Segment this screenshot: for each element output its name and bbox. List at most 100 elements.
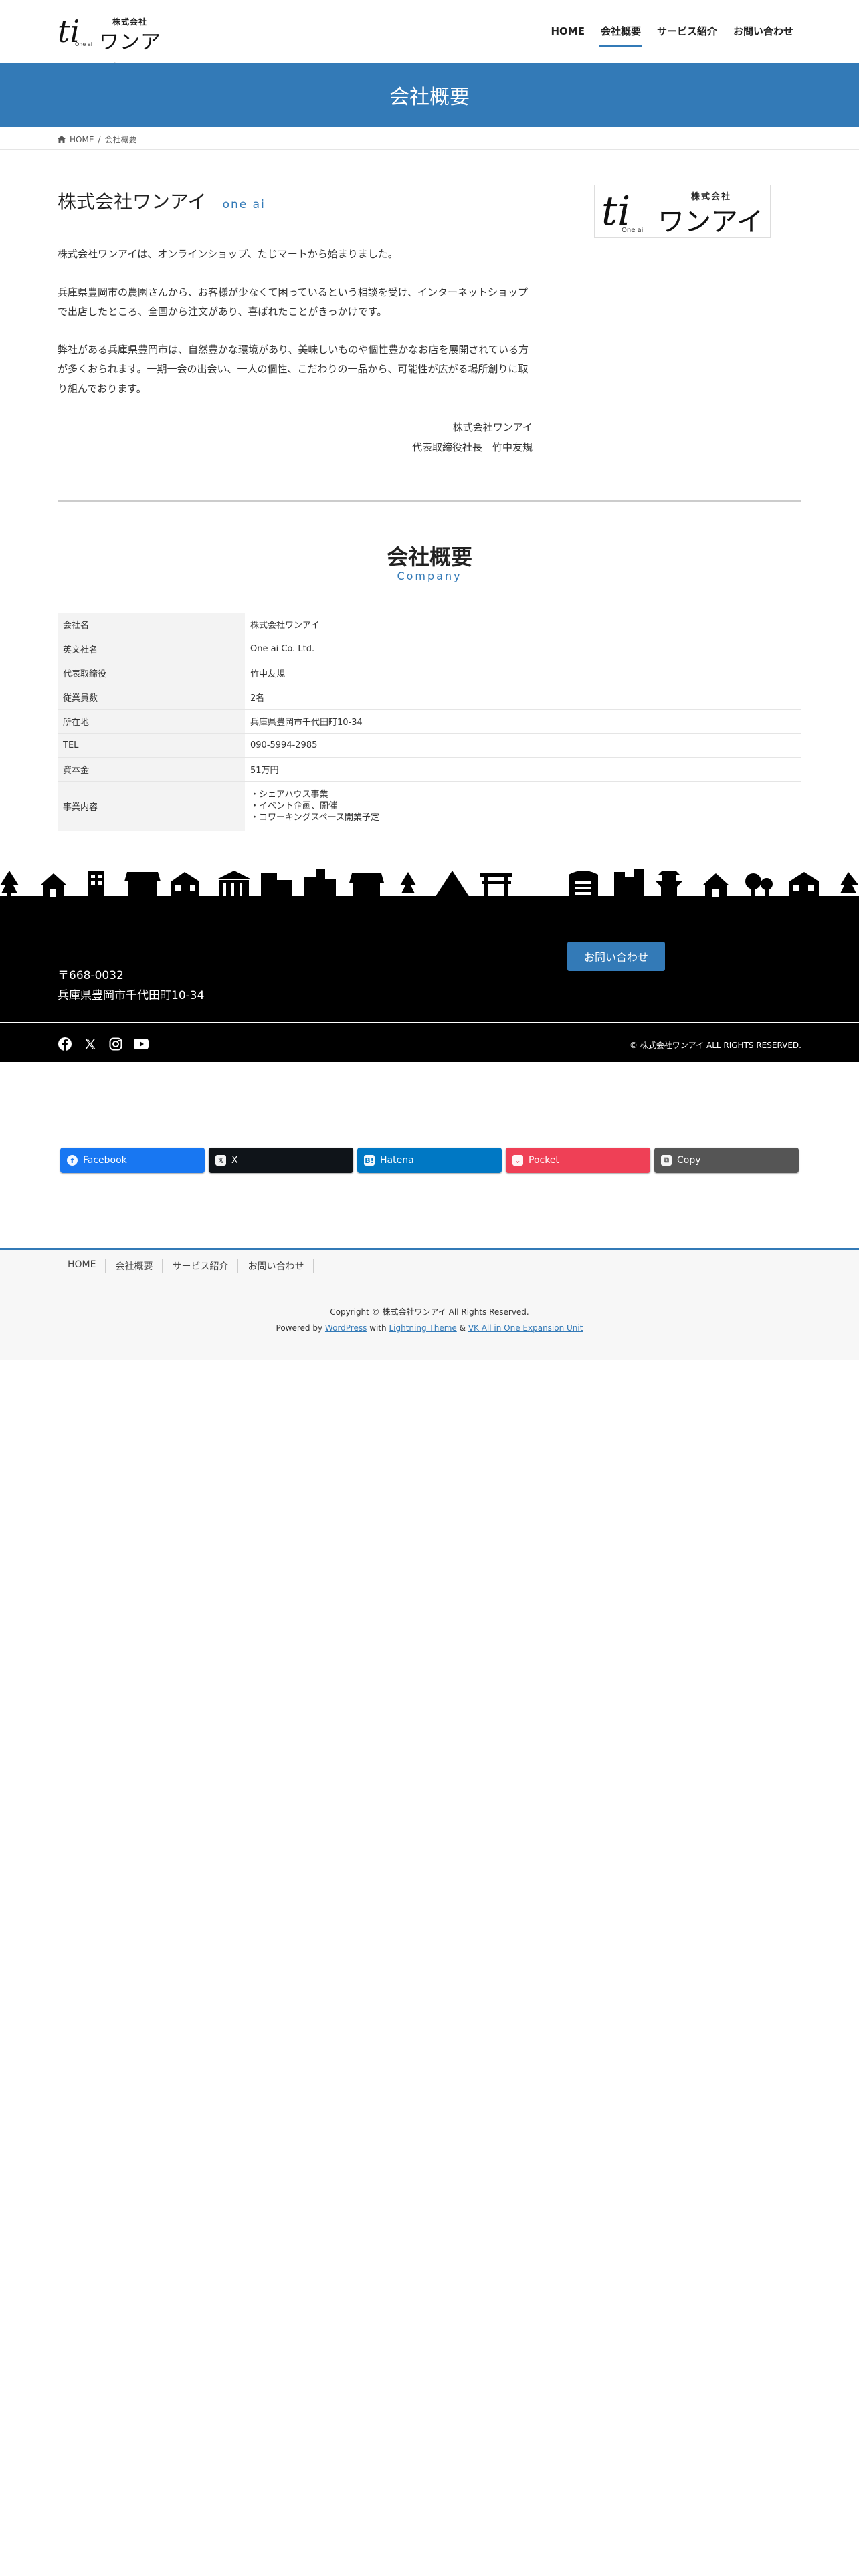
table-row: 所在地 兵庫県豊岡市千代田町10-34	[58, 709, 801, 734]
company-section-title: 会社概要	[386, 544, 472, 570]
table-row: 会社名 株式会社ワンアイ	[58, 613, 801, 637]
table-row: 事業内容 ・シェアハウス事業 ・イベント企画、開催 ・コワーキングスペース開業予…	[58, 781, 801, 831]
powered-amp: &	[459, 1323, 466, 1333]
breadcrumb-home[interactable]: HOME	[70, 135, 94, 144]
intro-heading: 株式会社ワンアイ one ai	[58, 187, 266, 214]
row-value: ・シェアハウス事業 ・イベント企画、開催 ・コワーキングスペース開業予定	[245, 781, 801, 831]
site-footer: HOME 会社概要 サービス紹介 お問い合わせ Copyright © 株式会社…	[0, 1248, 859, 1360]
row-value: One ai Co. Ltd.	[245, 637, 801, 661]
table-row: 資本金 51万円	[58, 757, 801, 782]
row-label: 所在地	[58, 709, 245, 734]
row-label: 英文社名	[58, 637, 245, 661]
nav-service[interactable]: サービス紹介	[649, 0, 725, 63]
share-pocket-button[interactable]: ⌄ Pocket	[506, 1148, 650, 1173]
business-line: ・コワーキングスペース開業予定	[250, 812, 380, 823]
intro-paragraph: 弊社がある兵庫県豊岡市は、自然豊かな環境があり、美味しいものや個性豊かなお店を展…	[58, 344, 529, 395]
signature-company: 株式会社ワンアイ	[452, 421, 533, 433]
row-value: 090-5994-2985	[245, 733, 801, 758]
instagram-icon[interactable]	[108, 1037, 123, 1051]
town-skyline-illustration	[0, 869, 859, 901]
page-title: 会社概要	[389, 86, 470, 109]
share-hatena-button[interactable]: B! Hatena	[357, 1148, 502, 1173]
row-label: 資本金	[58, 757, 245, 782]
signature-person: 代表取締役社長 竹中友規	[411, 441, 533, 453]
home-icon	[58, 136, 66, 143]
company-logo-image: ti 株式会社 ワンアイ One ai	[594, 185, 771, 238]
breadcrumb-current: 会社概要	[104, 135, 137, 144]
footer-nav-home[interactable]: HOME	[58, 1259, 105, 1273]
row-value: 竹中友規	[245, 661, 801, 685]
facebook-icon[interactable]	[58, 1037, 72, 1051]
row-label: 会社名	[58, 613, 245, 637]
pocket-icon: ⌄	[512, 1155, 523, 1166]
section-divider	[58, 500, 801, 502]
share-label: Facebook	[83, 1155, 127, 1166]
intro-signature: 株式会社ワンアイ 代表取締役社長 竹中友規	[58, 417, 533, 457]
footer-copyright: © 株式会社ワンアイ ALL RIGHTS RESERVED.	[629, 1041, 801, 1050]
global-nav: HOME 会社概要 サービス紹介 お問い合わせ	[543, 0, 801, 63]
business-line: ・イベント企画、開催	[250, 800, 338, 811]
theme-link[interactable]: Lightning Theme	[389, 1323, 456, 1333]
company-section-subtitle: Company	[397, 570, 462, 582]
hatena-icon: B!	[364, 1155, 375, 1166]
x-icon: 𝕏	[215, 1155, 226, 1166]
footer-postal: 〒668-0032	[58, 969, 124, 982]
site-logo[interactable]: ti 株式会社 ワンアイ One ai	[58, 12, 178, 84]
logo-tiny-text: One ai	[75, 41, 92, 47]
powered-prefix: Powered by	[276, 1323, 323, 1333]
footer-nav-company[interactable]: 会社概要	[105, 1259, 162, 1273]
company-logo-tiny: One ai	[622, 227, 644, 234]
x-icon[interactable]	[83, 1037, 98, 1051]
copy-icon: ⧉	[661, 1155, 672, 1166]
intro-body: 株式会社ワンアイは、オンラインショップ、たじマートから始まりました。 兵庫県豊岡…	[58, 245, 533, 417]
footer-divider	[0, 1022, 859, 1023]
powered-by: Powered by WordPress with Lightning Them…	[0, 1323, 859, 1333]
nav-home[interactable]: HOME	[543, 0, 592, 63]
powered-with: with	[369, 1323, 387, 1333]
row-value: 兵庫県豊岡市千代田町10-34	[245, 709, 801, 734]
company-info-table: 会社名 株式会社ワンアイ 英文社名 One ai Co. Ltd. 代表取締役 …	[58, 613, 801, 831]
intro-paragraph: 兵庫県豊岡市の農園さんから、お客様が少なくて困っているという相談を受け、インター…	[58, 286, 529, 318]
nav-company[interactable]: 会社概要	[593, 0, 649, 63]
footer-nav-contact[interactable]: お問い合わせ	[237, 1259, 314, 1273]
share-label: X	[231, 1155, 238, 1166]
wordpress-link[interactable]: WordPress	[325, 1323, 367, 1333]
intro-paragraph: 株式会社ワンアイは、オンラインショップ、たじマートから始まりました。	[58, 248, 398, 260]
footer-social-links	[58, 1037, 149, 1051]
share-facebook-button[interactable]: f Facebook	[60, 1148, 205, 1173]
share-buttons: f Facebook 𝕏 X B! Hatena ⌄ Pocket ⧉ Copy	[60, 1148, 799, 1173]
intro-subtitle: one ai	[222, 198, 266, 211]
row-value: 51万円	[245, 757, 801, 782]
page-banner: 会社概要	[0, 63, 859, 127]
footer-contact-button[interactable]: お問い合わせ	[567, 942, 665, 971]
footer-street: 兵庫県豊岡市千代田町10-34	[58, 989, 205, 1002]
breadcrumb-separator: /	[98, 134, 101, 144]
row-label: 代表取締役	[58, 661, 245, 685]
plugin-link[interactable]: VK All in One Expansion Unit	[468, 1323, 583, 1333]
table-row: 英文社名 One ai Co. Ltd.	[58, 637, 801, 661]
youtube-icon[interactable]	[134, 1037, 149, 1051]
site-copyright: Copyright © 株式会社ワンアイ All Rights Reserved…	[330, 1307, 529, 1317]
table-row: 代表取締役 竹中友規	[58, 661, 801, 685]
breadcrumb: HOME / 会社概要	[0, 127, 859, 150]
share-x-button[interactable]: 𝕏 X	[209, 1148, 353, 1173]
row-label: TEL	[58, 733, 245, 758]
footer-address: 〒668-0032 兵庫県豊岡市千代田町10-34	[58, 966, 204, 1006]
row-label: 従業員数	[58, 685, 245, 710]
nav-contact[interactable]: お問い合わせ	[725, 0, 801, 63]
share-label: Pocket	[529, 1155, 559, 1166]
table-row: 従業員数 2名	[58, 685, 801, 710]
site-header: ti 株式会社 ワンアイ One ai HOME 会社概要 サービス紹介 お問い…	[0, 0, 859, 84]
intro-title: 株式会社ワンアイ	[58, 191, 207, 213]
business-line: ・シェアハウス事業	[250, 789, 328, 800]
share-label: Hatena	[380, 1155, 414, 1166]
footer-contact-area: 〒668-0032 兵庫県豊岡市千代田町10-34 お問い合わせ © 株式会社ワ…	[0, 901, 859, 1062]
facebook-icon: f	[67, 1155, 78, 1166]
table-row: TEL 090-5994-2985	[58, 733, 801, 758]
row-value: 2名	[245, 685, 801, 710]
share-copy-button[interactable]: ⧉ Copy	[654, 1148, 799, 1173]
footer-nav: HOME 会社概要 サービス紹介 お問い合わせ	[58, 1259, 314, 1273]
row-label: 事業内容	[58, 781, 245, 831]
footer-nav-service[interactable]: サービス紹介	[162, 1259, 237, 1273]
row-value: 株式会社ワンアイ	[245, 613, 801, 637]
